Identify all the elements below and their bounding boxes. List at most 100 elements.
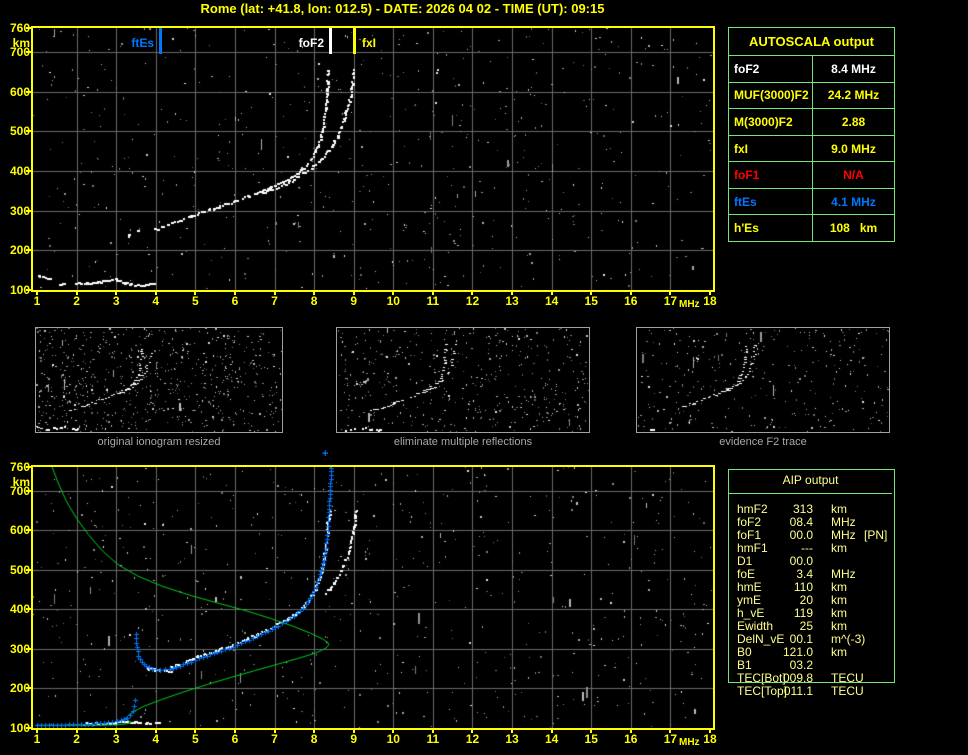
x-axis-tick-label: 10: [386, 294, 400, 308]
x-axis-tick-label: 6: [231, 732, 239, 746]
aip-unit: km: [831, 541, 847, 555]
x-axis-tick-mark: [75, 730, 78, 733]
x-axis-tick-mark: [471, 292, 474, 295]
y-axis-tick-mark: [26, 647, 31, 650]
marker-label-fxI: fxI: [362, 36, 377, 50]
aip-note: [PN]: [864, 528, 888, 542]
x-axis-tick-label: 9: [350, 294, 358, 308]
x-axis-tick-mark: [352, 730, 355, 733]
x-axis-tick-mark: [115, 292, 118, 295]
x-axis-tick-label: 2: [73, 294, 80, 308]
x-axis-tick-mark: [669, 730, 672, 733]
x-axis-tick-label: 15: [584, 294, 598, 308]
autoscala-value: 4.1 MHz: [831, 194, 876, 209]
y-axis-tick-mark: [26, 489, 31, 492]
y-axis-tick-mark: [26, 27, 31, 29]
y-axis-tick-mark: [26, 529, 31, 532]
x-axis-tick-mark: [629, 730, 632, 733]
autoscala-row-M(3000)F2: M(3000)F2 2.88: [729, 108, 894, 135]
restored-trace-overflow-plus: +: [322, 448, 329, 460]
autoscala-row-ftEs: ftEs 4.1 MHz: [729, 187, 894, 215]
autoscala-value: 24.2 MHz: [827, 88, 880, 103]
x-axis-tick-mark: [392, 730, 395, 733]
x-axis-tick-label: 10: [386, 732, 400, 746]
y-axis-unit-label: km: [12, 36, 30, 50]
autoscala-output-table: AUTOSCALA output foF2 8.4 MHz MUF(3000)F2 2…: [728, 27, 895, 242]
x-axis-tick-label: 11: [426, 294, 440, 308]
autoscala-param: foF1: [729, 162, 813, 188]
x-axis-unit-label: MHz: [679, 299, 700, 310]
x-axis-tick-label: 4: [152, 732, 160, 746]
x-axis-tick-label: 18: [703, 294, 717, 308]
y-axis-tick-mark: [26, 466, 31, 468]
y-axis-tick-mark: [26, 687, 31, 690]
x-axis-tick-label: 16: [624, 732, 638, 746]
x-axis-tick-mark: [313, 292, 316, 295]
x-axis-tick-label: 14: [544, 294, 559, 308]
autoscala-value: 9.0 MHz: [831, 141, 876, 156]
top-ionogram-canvas: [33, 28, 713, 290]
x-axis-tick-label: 13: [505, 294, 519, 308]
marker-line-ftEs: [159, 28, 162, 54]
autoscala-app-window: Rome (lat: +41.8, lon: 012.5) - DATE: 20…: [0, 0, 968, 755]
x-axis-tick-label: 3: [112, 732, 120, 746]
x-axis-tick-mark: [154, 292, 157, 295]
autoscala-param: fxI: [729, 135, 813, 162]
x-axis-tick-mark: [194, 730, 197, 733]
x-axis-tick-mark: [313, 730, 316, 733]
x-axis-tick-mark: [708, 292, 711, 295]
x-axis-tick-mark: [273, 730, 276, 733]
marker-label-foF2: foF2: [298, 36, 324, 50]
x-axis-tick-mark: [233, 292, 236, 295]
y-axis-unit-label: km: [12, 475, 30, 489]
autoscala-param: MUF(3000)F2: [729, 82, 813, 109]
marker-line-fxI: [353, 28, 356, 54]
marker-label-ftEs: ftEs: [131, 36, 154, 50]
y-axis-tick-mark: [26, 608, 31, 611]
autoscala-value: N/A: [843, 168, 864, 183]
panel-caption-original: original ionogram resized: [97, 436, 221, 448]
x-axis-tick-mark: [36, 730, 38, 733]
x-axis-tick-label: 9: [350, 732, 358, 746]
x-axis-tick-mark: [115, 730, 118, 733]
y-axis-tick-mark: [26, 249, 31, 252]
x-axis-unit-label: MHz: [679, 737, 700, 748]
autoscala-value: 8.4 MHz: [831, 61, 876, 76]
panel-caption-evidence: evidence F2 trace: [719, 436, 807, 448]
x-axis-tick-mark: [550, 292, 553, 295]
x-axis-tick-mark: [36, 292, 38, 295]
x-axis-tick-label: 12: [465, 294, 480, 308]
x-axis-tick-label: 6: [231, 294, 239, 308]
x-axis-tick-mark: [511, 730, 514, 733]
y-axis-tick-mark: [26, 727, 31, 729]
station-title: Rome (lat: +41.8, lon: 012.5) - DATE: 20…: [200, 1, 605, 16]
panel-caption-eliminate: eliminate multiple reflections: [393, 436, 533, 448]
top-ionogram-plot: [31, 26, 715, 292]
autoscala-row-h'Es: h'Es 108 km: [729, 214, 894, 242]
x-axis-tick-mark: [590, 292, 593, 295]
y-axis-tick-mark: [26, 90, 31, 93]
aip-table-title: AIP output: [782, 473, 839, 487]
x-axis-tick-mark: [233, 730, 236, 733]
panel-evidence-f2: [636, 327, 890, 433]
x-axis-tick-label: 1: [33, 294, 41, 308]
x-axis-tick-label: 12: [465, 732, 480, 746]
x-axis-tick-mark: [154, 730, 157, 733]
x-axis-tick-label: 4: [152, 294, 160, 308]
y-axis-tick-mark: [26, 568, 31, 571]
x-axis-tick-mark: [550, 730, 553, 733]
bottom-ionogram-plot: [31, 465, 715, 730]
y-axis-tick-mark: [26, 169, 31, 172]
y-axis-tick-mark: [26, 209, 31, 212]
x-axis-tick-mark: [511, 292, 514, 295]
panel-eliminate-canvas: [337, 328, 589, 432]
x-axis-tick-mark: [194, 292, 197, 295]
panel-original-canvas: [36, 328, 282, 432]
x-axis-tick-label: 14: [544, 732, 559, 746]
x-axis-tick-label: 7: [271, 732, 278, 746]
x-axis-tick-mark: [352, 292, 355, 295]
autoscala-row-foF1: foF1 N/A: [729, 161, 894, 188]
autoscala-value: 108 km: [829, 221, 878, 236]
x-axis-tick-mark: [629, 292, 632, 295]
aip-table-header-separator: [729, 493, 892, 494]
